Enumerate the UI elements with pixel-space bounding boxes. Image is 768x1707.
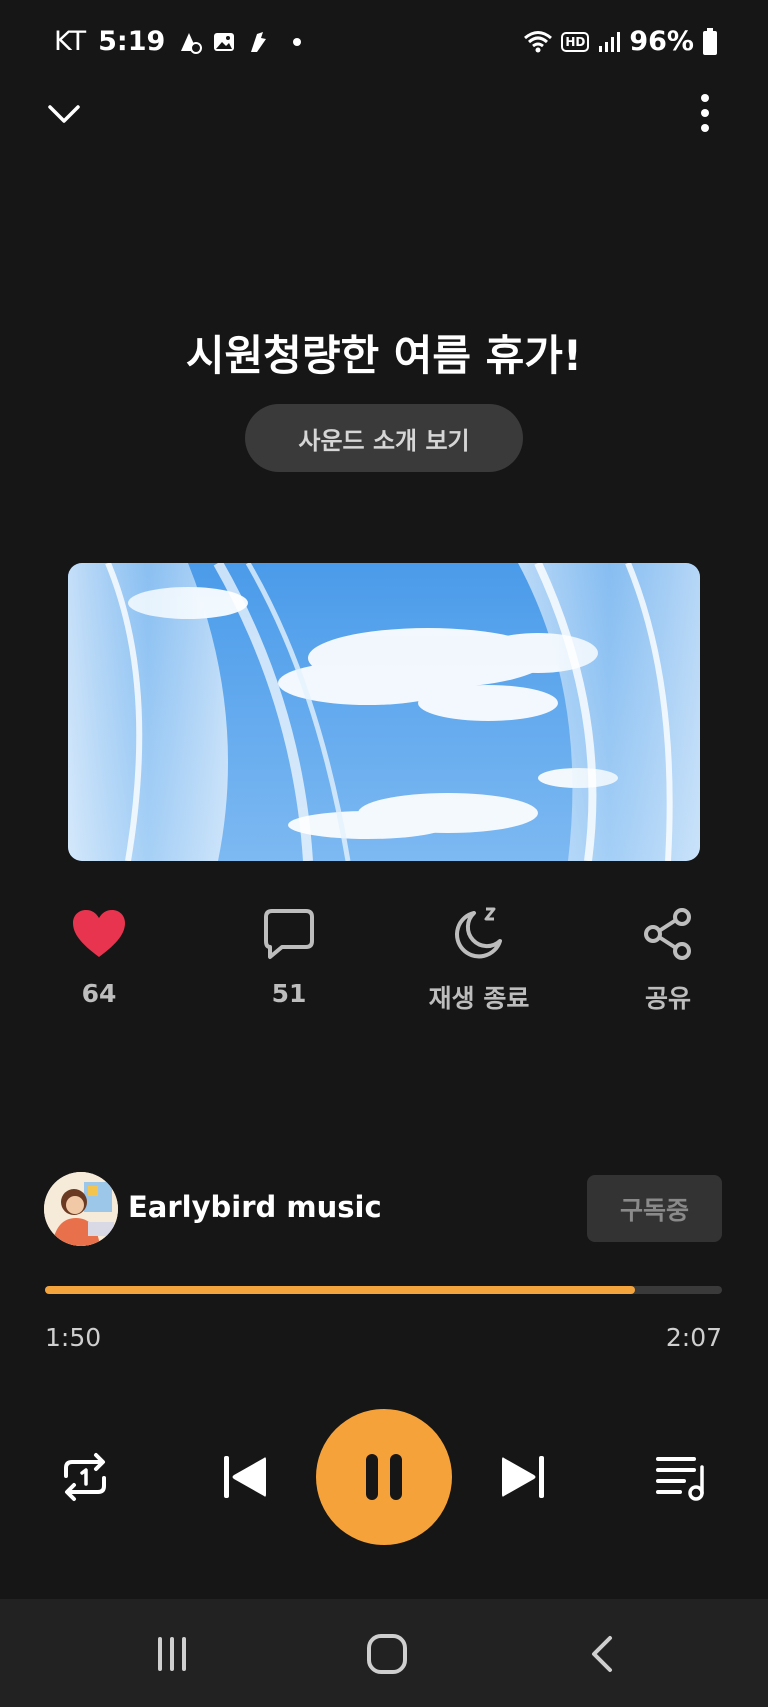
back-icon [592,1636,612,1672]
repeat-one-icon [64,1453,106,1501]
subscribe-button[interactable]: 구독중 [587,1175,722,1242]
recent-apps-icon [158,1637,186,1671]
playlist-button[interactable] [652,1449,710,1505]
like-action[interactable]: 64 [39,905,159,1008]
heart-icon [73,910,125,957]
battery-icon [703,27,717,55]
status-bar-left: KT 5:19 [54,26,302,57]
pause-icon [366,1454,402,1500]
more-notifications-dot [293,37,302,46]
playback-progress-bar[interactable] [45,1286,722,1294]
more-vertical-icon [701,94,709,132]
status-time: 5:19 [98,26,166,57]
pause-button[interactable] [316,1409,452,1545]
recent-apps-button[interactable] [142,1629,202,1679]
channel-avatar[interactable] [44,1172,118,1246]
collapse-player-button[interactable] [42,92,86,136]
comment-action[interactable]: 51 [229,905,349,1008]
gallery-notification-icon [214,32,235,51]
app-notification-icon [181,32,203,54]
elapsed-time: 1:50 [45,1323,102,1352]
hd-voice-badge: HD [561,31,590,52]
system-navigation-bar [0,1599,768,1707]
channel-name[interactable]: Earlybird music [128,1190,382,1224]
status-bar: KT 5:19 HD 96% [0,0,768,86]
next-track-button[interactable] [498,1450,548,1504]
share-label: 공유 [644,984,691,1013]
previous-track-button[interactable] [220,1450,270,1504]
more-options-button[interactable] [690,90,720,136]
share-icon [644,908,691,960]
sound-title: 시원청량한 여름 휴가! [185,331,583,380]
chevron-down-icon [48,105,80,123]
notification-icons [177,29,302,55]
like-count: 64 [81,979,117,1008]
home-icon [367,1634,407,1674]
sleep-timer-label: 재생 종료 [428,984,530,1013]
share-action[interactable]: 공유 [608,905,728,1015]
carrier-name: KT [54,26,87,57]
playlist-icon [656,1457,704,1501]
cover-artwork [68,563,700,861]
playback-progress-fill [45,1286,636,1294]
sound-intro-button[interactable]: 사운드 소개 보기 [245,404,523,472]
total-time: 2:07 [665,1323,722,1352]
moon-sleep-icon [455,907,502,959]
avatar-image [44,1172,118,1246]
sleep-timer-action[interactable]: 재생 종료 [419,905,539,1015]
comment-count: 51 [271,979,307,1008]
battery-percent: 96% [629,26,694,57]
comment-icon [264,909,314,959]
back-button[interactable] [572,1629,632,1679]
skip-previous-icon [224,1456,266,1498]
repeat-one-button[interactable] [54,1446,116,1508]
wifi-icon [524,30,553,52]
status-bar-right: HD 96% [523,26,718,57]
signal-icon [599,31,621,52]
app-notification-icon-2 [251,31,267,52]
skip-next-icon [502,1456,544,1498]
home-button[interactable] [357,1629,417,1679]
artwork-image [68,563,700,861]
